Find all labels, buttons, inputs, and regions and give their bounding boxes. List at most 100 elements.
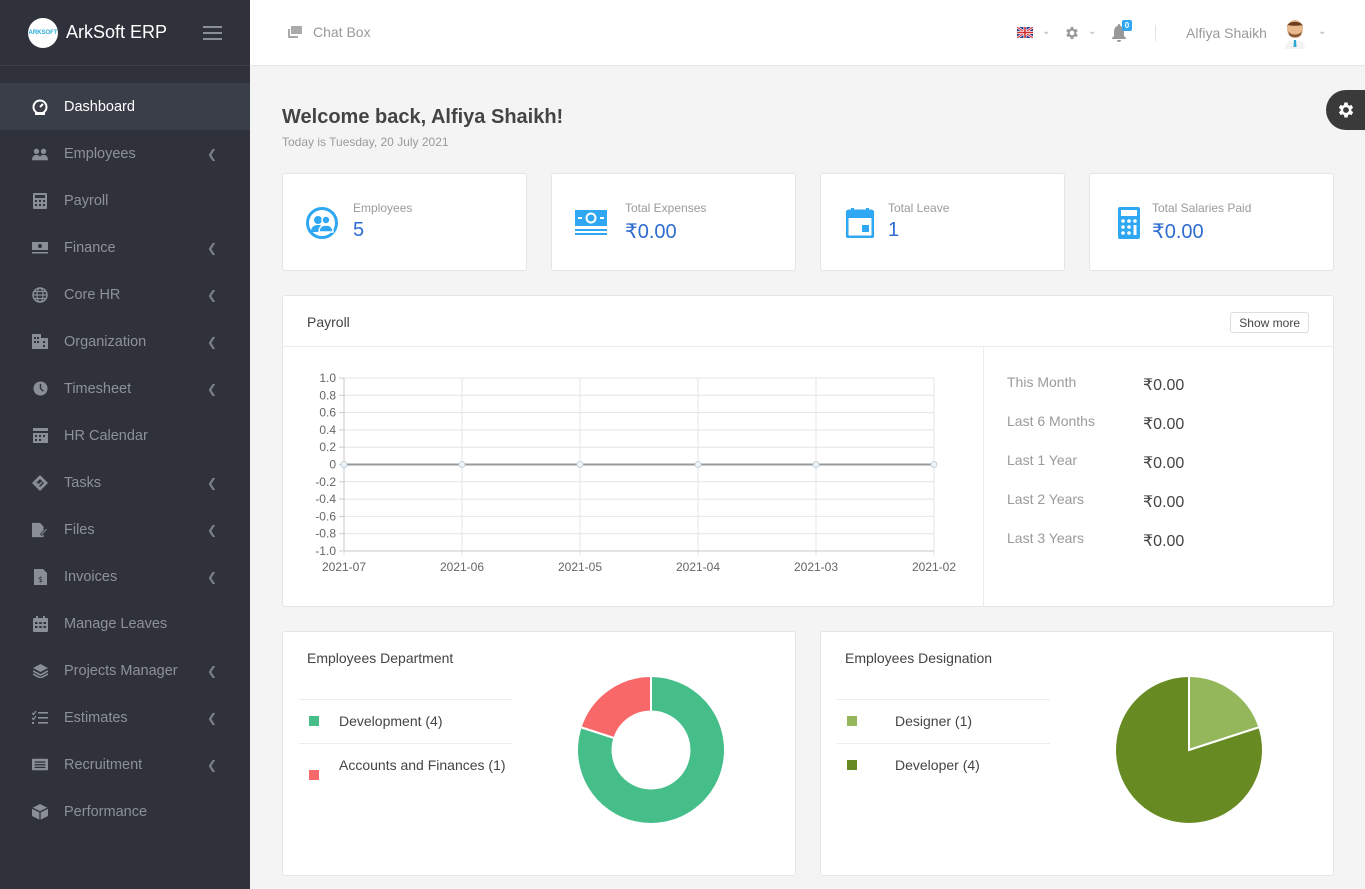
- chevron-left-icon[interactable]: ❮: [207, 476, 217, 490]
- gear-icon: [1338, 102, 1353, 118]
- legend-item: Developer (4): [837, 743, 1050, 787]
- sidebar-item-label: Files: [64, 521, 95, 538]
- calculator-icon: [1112, 206, 1146, 240]
- calendar-icon: [32, 428, 48, 444]
- stat-label: Employees: [353, 201, 413, 215]
- y-tick-label: 0.2: [319, 440, 336, 454]
- stat-card-total-leave[interactable]: Total Leave 1: [820, 173, 1065, 271]
- summary-row-last-1-year: Last 1 Year ₹0.00: [1007, 452, 1307, 491]
- chevron-left-icon[interactable]: ❮: [207, 664, 217, 678]
- user-menu-chevron-icon[interactable]: ⌄: [1318, 26, 1326, 37]
- summary-row-this-month: This Month ₹0.00: [1007, 374, 1307, 413]
- settings-gear-icon[interactable]: [1064, 25, 1080, 41]
- chat-icon: [288, 26, 302, 38]
- sidebar-item-employees[interactable]: Employees ❮: [0, 130, 250, 177]
- uk-flag-icon[interactable]: [1017, 27, 1033, 38]
- user-avatar[interactable]: [1282, 17, 1308, 49]
- data-point[interactable]: [458, 461, 466, 468]
- sidebar-item-files[interactable]: Files ❮: [0, 506, 250, 553]
- sidebar-item-label: Projects Manager: [64, 662, 178, 679]
- legend-label: Developer (4): [895, 757, 980, 773]
- app-name[interactable]: ArkSoft ERP: [66, 22, 167, 43]
- sidebar-item-core-hr[interactable]: Core HR ❮: [0, 271, 250, 318]
- stat-card-total-salaries-paid[interactable]: Total Salaries Paid ₹0.00: [1089, 173, 1334, 271]
- page-title: Welcome back, Alfiya Shaikh!: [282, 106, 564, 128]
- stat-card-employees[interactable]: Employees 5: [282, 173, 527, 271]
- stat-value: 5: [353, 219, 365, 241]
- sidebar-item-recruitment[interactable]: Recruitment ❮: [0, 741, 250, 788]
- legend-item: Development (4): [299, 699, 512, 743]
- legend-label: Accounts and Finances (1): [339, 757, 506, 773]
- chevron-left-icon[interactable]: ❮: [207, 758, 217, 772]
- settings-dropdown-chevron-icon[interactable]: ⌄: [1088, 26, 1096, 37]
- employees-department-panel: Employees Department Development (4) Acc…: [282, 631, 796, 876]
- data-point[interactable]: [576, 461, 584, 468]
- chevron-left-icon[interactable]: ❮: [207, 523, 217, 537]
- summary-label: Last 1 Year: [1007, 452, 1078, 468]
- chevron-left-icon[interactable]: ❮: [207, 335, 217, 349]
- stat-value: ₹0.00: [1152, 221, 1204, 243]
- chevron-left-icon[interactable]: ❮: [207, 570, 217, 584]
- y-tick-label: -0.8: [315, 527, 336, 541]
- pie-slice-accounts-and-finances[interactable]: [579, 674, 652, 740]
- sidebar-item-organization[interactable]: Organization ❮: [0, 318, 250, 365]
- sidebar-item-hr-calendar[interactable]: HR Calendar: [0, 412, 250, 459]
- cube-icon: [32, 803, 48, 820]
- stat-value: 1: [888, 219, 900, 241]
- show-more-button[interactable]: Show more: [1230, 312, 1309, 333]
- invoice-icon: $: [32, 568, 48, 585]
- sidebar-item-label: Core HR: [64, 286, 121, 303]
- sidebar-item-label: Recruitment: [64, 756, 143, 773]
- legend-item: Designer (1): [837, 699, 1050, 743]
- checklist-icon: [32, 710, 48, 726]
- sidebar-item-invoices[interactable]: $ Invoices ❮: [0, 553, 250, 600]
- sidebar-item-label: Finance: [64, 239, 116, 256]
- menu-toggle-icon[interactable]: [203, 26, 222, 40]
- calculator-icon: [32, 192, 48, 209]
- employees-designation-panel: Employees Designation Designer (1) Devel…: [820, 631, 1334, 876]
- department-title: Employees Department: [307, 650, 454, 666]
- user-name[interactable]: Alfiya Shaikh: [1186, 25, 1267, 41]
- users-icon: [32, 146, 48, 162]
- summary-row-last-3-years: Last 3 Years ₹0.00: [1007, 530, 1307, 569]
- stat-card-total-expenses[interactable]: Total Expenses ₹0.00: [551, 173, 796, 271]
- chevron-left-icon[interactable]: ❮: [207, 711, 217, 725]
- sidebar-item-performance[interactable]: Performance: [0, 788, 250, 835]
- sidebar-item-finance[interactable]: Finance ❮: [0, 224, 250, 271]
- sidebar-item-payroll[interactable]: Payroll: [0, 177, 250, 224]
- theme-settings-toggle[interactable]: [1326, 90, 1365, 130]
- y-tick-label: -0.6: [315, 509, 336, 523]
- payroll-line-chart: 1.0 0.8 0.6 0.4 0.2 0 -0.2 -0.4 -0.6 -0.8 -1.0 2021…: [315, 371, 956, 574]
- department-doughnut-chart: [576, 674, 726, 825]
- sidebar-item-manage-leaves[interactable]: Manage Leaves: [0, 600, 250, 647]
- data-point[interactable]: [812, 461, 820, 468]
- sidebar-item-estimates[interactable]: Estimates ❮: [0, 694, 250, 741]
- payroll-summary: This Month ₹0.00 Last 6 Months ₹0.00 Last …: [1007, 374, 1307, 569]
- data-point[interactable]: [694, 461, 702, 468]
- data-point[interactable]: [930, 461, 938, 468]
- language-dropdown-chevron-icon[interactable]: ⌄: [1042, 26, 1050, 37]
- chevron-left-icon[interactable]: ❮: [207, 147, 217, 161]
- chevron-left-icon[interactable]: ❮: [207, 241, 217, 255]
- sidebar-item-dashboard[interactable]: Dashboard: [0, 83, 250, 130]
- sidebar-item-timesheet[interactable]: Timesheet ❮: [0, 365, 250, 412]
- summary-row-last-2-years: Last 2 Years ₹0.00: [1007, 491, 1307, 530]
- sidebar-item-tasks[interactable]: Tasks ❮: [0, 459, 250, 506]
- y-tick-label: -0.4: [315, 492, 336, 506]
- legend-swatch: [309, 770, 319, 780]
- brand-logo[interactable]: ARKSOFT: [28, 17, 58, 48]
- chevron-left-icon[interactable]: ❮: [207, 288, 217, 302]
- sidebar-item-label: Dashboard: [64, 98, 135, 115]
- summary-label: Last 3 Years: [1007, 530, 1085, 546]
- globe-icon: [32, 286, 48, 303]
- chat-box-link[interactable]: Chat Box: [288, 24, 371, 40]
- designation-legend: Designer (1) Developer (4): [837, 699, 1050, 787]
- chevron-left-icon[interactable]: ❮: [207, 382, 217, 396]
- sidebar-item-projects-manager[interactable]: Projects Manager ❮: [0, 647, 250, 694]
- sidebar-item-label: Employees: [64, 145, 136, 162]
- stat-label: Total Leave: [888, 201, 950, 215]
- stat-label: Total Expenses: [625, 201, 707, 215]
- data-point[interactable]: [340, 461, 348, 468]
- header-divider: [1155, 25, 1156, 41]
- y-tick-label: 0.4: [319, 423, 336, 437]
